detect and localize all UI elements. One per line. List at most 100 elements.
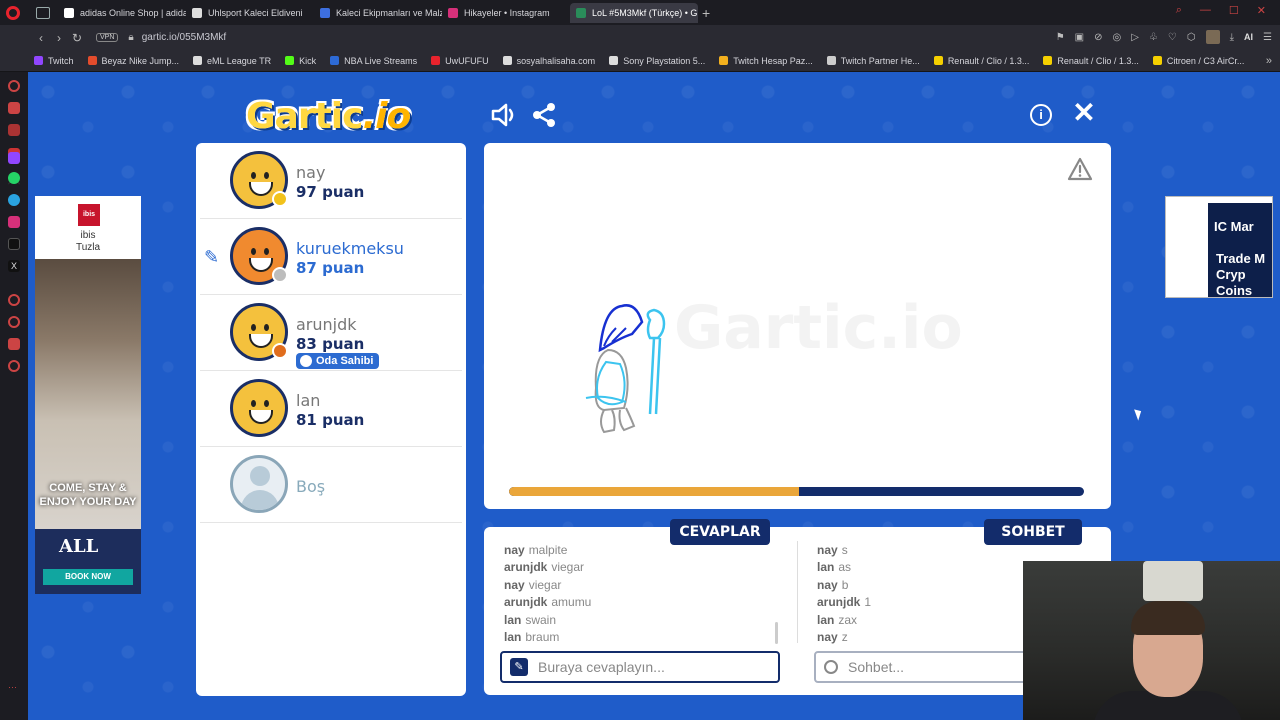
bookmark-label: Beyaz Nike Jump... [101, 55, 180, 66]
players-list: nay 97 puan ✎ kuruekmeksu 87 puan arunjdk 83… [196, 143, 466, 696]
x-twitter-icon[interactable]: X [8, 260, 20, 272]
snapshot-icon[interactable]: ▣ [1075, 32, 1084, 43]
logo-text: Gartic [246, 96, 363, 137]
chat-row: nay s [817, 543, 1097, 560]
bookmark-label: eML League TR [207, 55, 272, 66]
news-icon[interactable] [8, 124, 20, 136]
browser-tab[interactable]: Hikayeler • Instagram [442, 3, 570, 23]
tiktok-icon[interactable] [8, 238, 20, 250]
bookmark-item[interactable]: sosyalhalisaha.com [502, 55, 596, 66]
report-warning-icon[interactable] [1067, 157, 1093, 181]
twitch-icon[interactable] [8, 152, 20, 164]
message-text: viegar [528, 577, 562, 592]
answer-input[interactable] [538, 659, 758, 675]
close-window-icon[interactable]: ✕ [1257, 4, 1266, 17]
telegram-icon[interactable] [8, 194, 20, 206]
aria-ai-button[interactable]: AI [1244, 32, 1253, 42]
player-card[interactable]: lan 81 puan [200, 371, 462, 447]
history-icon[interactable] [8, 316, 20, 328]
tab-overview-icon[interactable] [36, 6, 50, 19]
message-text: s [841, 543, 848, 557]
menu-icon[interactable]: ☰ [1263, 32, 1272, 43]
bookmark-item[interactable]: Beyaz Nike Jump... [87, 55, 180, 66]
bookmark-label: Sony Playstation 5... [623, 55, 706, 66]
bookmark-favicon-icon [826, 56, 836, 65]
player-empty-slot[interactable]: Boş [200, 447, 462, 523]
drawing-canvas[interactable]: Gartic.io [484, 143, 1111, 509]
tracker-icon[interactable]: ◎ [1113, 32, 1122, 43]
player-name: kuruekmeksu [296, 239, 404, 258]
share-icon[interactable] [531, 102, 557, 128]
sidebar-more-icon[interactable]: ··· [8, 682, 20, 694]
opera-logo-icon[interactable] [6, 5, 20, 20]
answers-scrollbar[interactable] [775, 622, 778, 644]
sound-icon[interactable] [490, 102, 518, 128]
answer-row: arunjdk amumu [504, 595, 784, 612]
bookmarks-overflow-icon[interactable]: » [1266, 55, 1272, 67]
message-text: viegar [551, 560, 585, 575]
browser-tab[interactable]: Kaleci Ekipmanları ve Malz [314, 3, 442, 23]
bookmark-favicon-icon [193, 56, 203, 65]
speed-dial-icon[interactable] [8, 80, 20, 92]
message-text: amumu [551, 595, 592, 610]
ibis-ad-banner[interactable]: ibis ibis Tuzla COME, STAY & ENJOY YOUR … [35, 196, 141, 594]
profile-avatar[interactable] [1205, 30, 1220, 44]
bookmark-item[interactable]: UwUFUFU [431, 56, 489, 66]
new-tab-button[interactable]: + [702, 5, 710, 21]
player-card[interactable]: ✎ kuruekmeksu 87 puan [200, 219, 462, 295]
message-author: nay [817, 543, 838, 557]
bookmark-item[interactable]: Sony Playstation 5... [609, 56, 705, 66]
answer-row: lan swain [504, 613, 784, 630]
bookmark-item[interactable]: Twitch Partner He... [826, 56, 920, 66]
close-icon[interactable]: ✕ [1071, 99, 1097, 127]
info-icon[interactable]: i [1030, 104, 1052, 126]
vpn-badge[interactable]: VPN [96, 33, 119, 42]
wallet-icon[interactable]: ♧ [1149, 32, 1158, 43]
gartic-logo[interactable]: Gartic.io [246, 96, 411, 137]
bookmark-item[interactable]: NBA Live Streams [330, 56, 417, 66]
back-icon[interactable]: ‹ [32, 31, 50, 45]
search-tabs-icon[interactable]: ⌕ [1176, 4, 1182, 17]
bookmark-item[interactable]: Renault / Clio / 1.3... [1043, 56, 1139, 66]
pinboard-icon[interactable] [8, 338, 20, 350]
book-now-button[interactable]: BOOK NOW [43, 569, 133, 585]
minimize-icon[interactable]: — [1200, 4, 1211, 17]
bookmark-item[interactable]: eML League TR [193, 56, 271, 66]
bookmark-item[interactable]: Kick [285, 56, 316, 66]
bookmark-item[interactable]: Twitch Hesap Paz... [719, 56, 813, 66]
bookmark-item[interactable]: Renault / Clio / 1.3... [933, 56, 1029, 66]
download-icon[interactable]: ⤓ [1230, 32, 1234, 43]
bookmark-label: sosyalhalisaha.com [516, 55, 596, 66]
bookmark-item[interactable]: Citroen / C3 AirCr... [1152, 56, 1244, 66]
maximize-icon[interactable]: ☐ [1229, 4, 1239, 17]
answer-input-box[interactable]: ✎ [500, 651, 780, 683]
whatsapp-icon[interactable] [8, 172, 20, 184]
drawing-pencil-icon: ✎ [204, 247, 220, 267]
adblock-icon[interactable]: ⊘ [1094, 32, 1102, 43]
ad-trade-text: Trade M Cryp Coins [1216, 251, 1266, 298]
player-score: 81 puan [296, 411, 365, 429]
reload-icon[interactable]: ↻ [68, 31, 86, 45]
player-icon[interactable]: ▷ [1131, 32, 1139, 43]
accor-logo: ALL [59, 536, 99, 557]
extensions-icon[interactable]: ⬡ [1187, 32, 1196, 43]
player-sidebar-icon[interactable] [8, 294, 20, 306]
browser-tab[interactable]: adidas Online Shop | adidas [58, 3, 186, 23]
forward-icon[interactable]: › [50, 31, 68, 45]
instagram-icon[interactable] [8, 216, 20, 228]
crypto-ad-banner[interactable]: IC Mar Trade M Cryp Coins [1165, 196, 1273, 298]
browser-tab[interactable]: Uhlsport Kaleci Eldiveni [186, 3, 314, 23]
tab-title: adidas Online Shop | adidas [80, 7, 186, 18]
chat-bubble-icon [824, 660, 838, 674]
bookmark-item[interactable]: Twitch [34, 56, 74, 66]
canvas-watermark: Gartic.io [674, 293, 963, 363]
player-card[interactable]: nay 97 puan [200, 143, 462, 219]
bookmark-icon[interactable]: ⚑ [1056, 32, 1065, 43]
ai-sidebar-icon[interactable] [8, 102, 20, 114]
url-field[interactable]: gartic.io/055M3Mkf [142, 32, 226, 43]
browser-tab[interactable]: LoL #5M3Mkf (Türkçe) • G [570, 2, 698, 23]
message-text: b [841, 577, 849, 592]
player-card[interactable]: arunjdk 83 puan Oda Sahibi [200, 295, 462, 371]
settings-icon[interactable] [8, 360, 20, 372]
heart-icon[interactable]: ♡ [1168, 32, 1177, 43]
